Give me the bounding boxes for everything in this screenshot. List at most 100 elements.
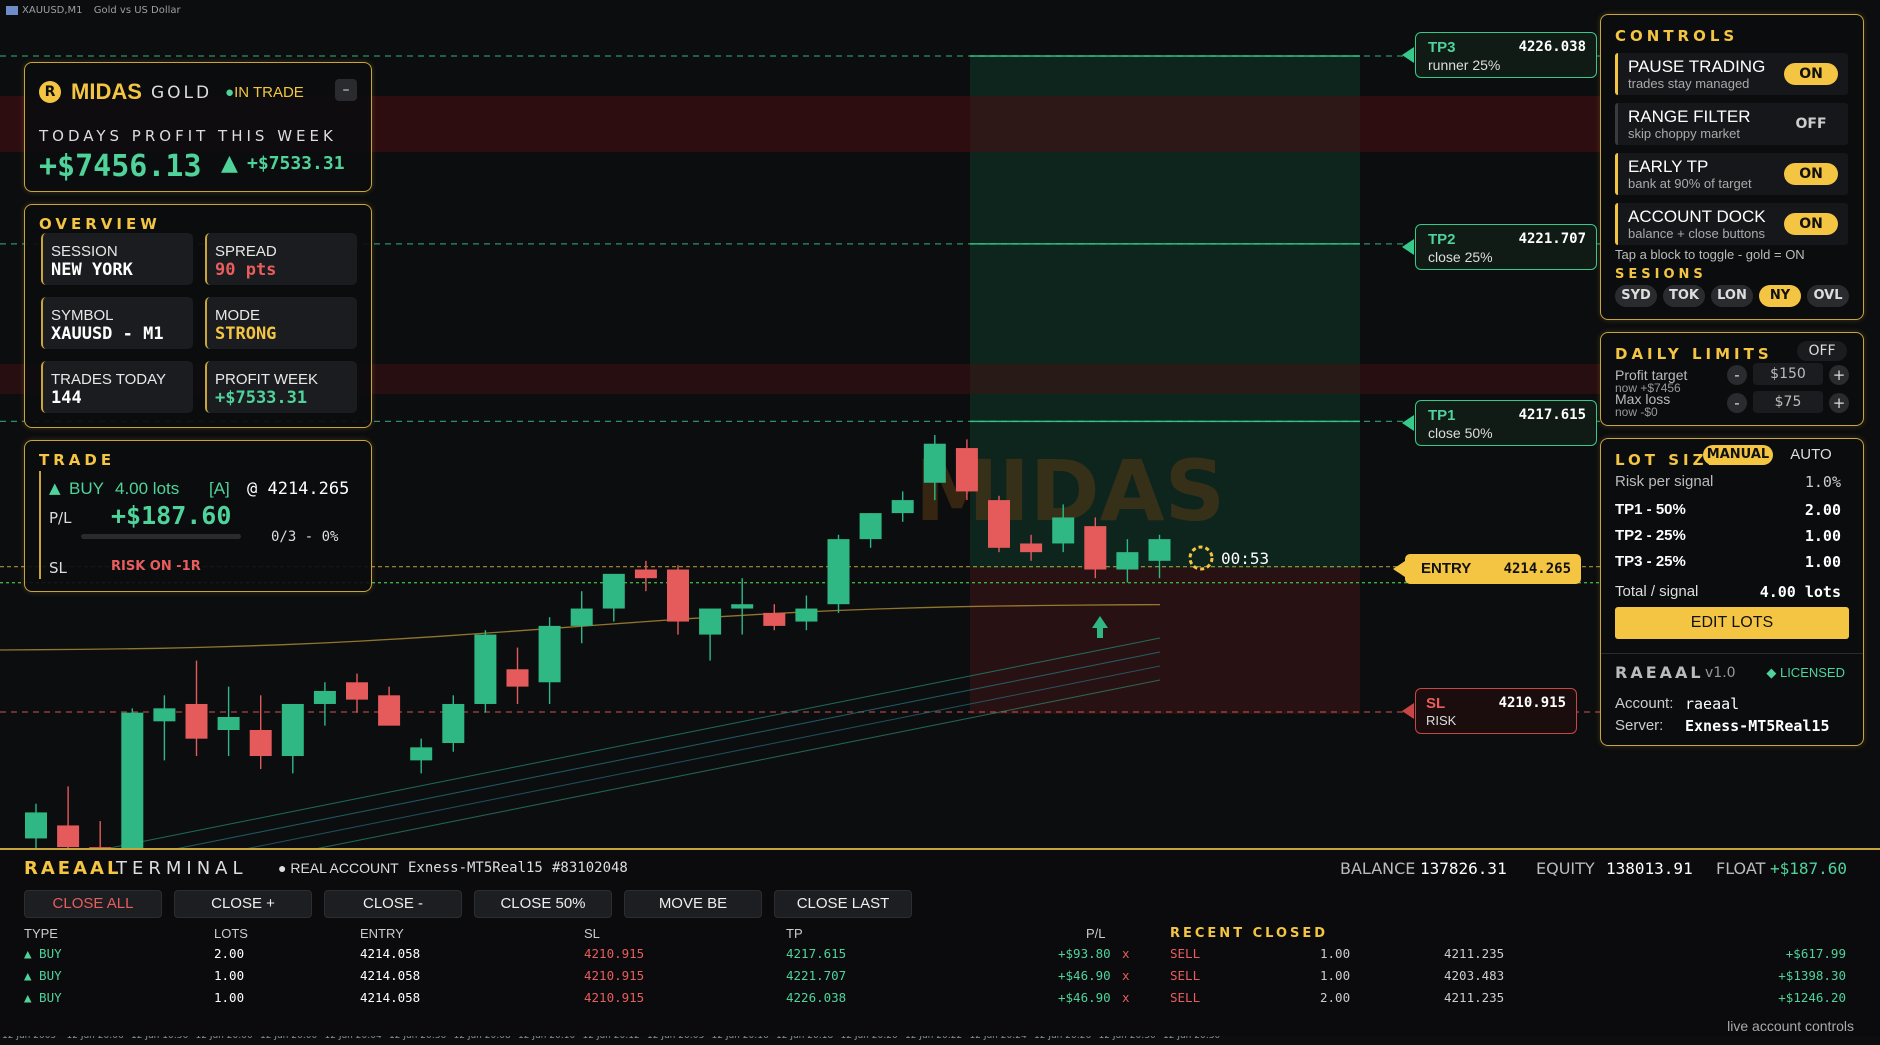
close-last-button[interactable]: CLOSE LAST [774, 890, 912, 918]
candle-body [506, 669, 529, 687]
control-range-filter[interactable]: RANGE FILTER skip choppy market OFF [1615, 103, 1848, 145]
card-label: SESSION [51, 243, 118, 260]
close-loss-button[interactable]: CLOSE - [324, 890, 462, 918]
profit-label: TODAYS PROFIT THIS WEEK [39, 127, 337, 145]
candle [699, 608, 722, 661]
daily-limits-panel: DAILY LIMITS OFF Profit target now +$745… [1600, 332, 1864, 426]
session-lon[interactable]: LON [1711, 285, 1753, 307]
table-row[interactable]: ▲ BUY 2.00 4214.058 4210.915 4217.615 +$… [14, 944, 1134, 964]
collapse-button[interactable]: – [335, 79, 357, 101]
row-close-icon[interactable]: x [1122, 990, 1130, 1005]
close-profit-button[interactable]: CLOSE + [174, 890, 312, 918]
tp1-arrow-icon [1402, 415, 1414, 431]
status-dot-icon: ● [225, 84, 235, 101]
product-name: RAEAAL [1615, 663, 1704, 682]
recent-pl: +$1246.20 [1778, 990, 1846, 1005]
balance-label: BALANCE [1340, 859, 1416, 878]
candle [570, 591, 593, 644]
status-badge: ●IN TRADE [225, 84, 304, 101]
tp1-price: 4217.615 [1518, 407, 1586, 423]
candle-body [121, 712, 144, 865]
tp2-lot-value[interactable]: 1.00 [1805, 527, 1841, 545]
close-half-button[interactable]: CLOSE 50% [474, 890, 612, 918]
recent-row: SELL 2.00 4211.235 +$1246.20 [1170, 988, 1860, 1008]
table-row[interactable]: ▲ BUY 1.00 4214.058 4210.915 4221.707 +$… [14, 966, 1134, 986]
tp1-label[interactable]: TP1 close 50% 4217.615 [1402, 400, 1597, 446]
edit-lots-button[interactable]: EDIT LOTS [1615, 607, 1849, 639]
loss-plus-button[interactable]: + [1829, 393, 1849, 413]
session-ny[interactable]: NY [1759, 285, 1801, 307]
float-value: +$187.60 [1770, 859, 1848, 878]
row-close-icon[interactable]: x [1122, 946, 1130, 961]
control-early-tp[interactable]: EARLY TP bank at 90% of target ON [1615, 153, 1848, 195]
pause-trading-toggle[interactable]: ON [1784, 63, 1838, 85]
control-desc: balance + close buttons [1628, 226, 1765, 241]
tp3-label[interactable]: TP3 runner 25% 4226.038 [1402, 32, 1597, 78]
recent-type: SELL [1170, 990, 1201, 1005]
session-tok[interactable]: TOK [1663, 285, 1705, 307]
server-value: Exness-MT5Real15 [1685, 717, 1830, 735]
overview-title: OVERVIEW [39, 215, 161, 233]
max-loss-value[interactable]: $75 [1753, 391, 1823, 413]
overview-card-session: SESSION NEW YORK [41, 233, 193, 285]
session-ovl[interactable]: OVL [1807, 285, 1849, 307]
card-value: XAUUSD - M1 [51, 324, 164, 344]
sl-arrow-icon [1402, 703, 1414, 719]
recent-type: SELL [1170, 968, 1201, 983]
table-row[interactable]: ▲ BUY 1.00 4214.058 4210.915 4226.038 +$… [14, 988, 1134, 1008]
auto-toggle[interactable]: AUTO [1781, 445, 1841, 465]
divider [1601, 653, 1863, 654]
account-dock-toggle[interactable]: ON [1784, 213, 1838, 235]
close-all-button[interactable]: CLOSE ALL [24, 890, 162, 918]
col-sl: SL [584, 926, 600, 941]
terminal-title-2: TERMINAL [116, 858, 248, 879]
profit-target-value[interactable]: $150 [1753, 363, 1823, 385]
col-tp: TP [786, 926, 803, 941]
manual-toggle[interactable]: MANUAL [1703, 445, 1773, 465]
session-syd[interactable]: SYD [1615, 285, 1657, 307]
overview-card-trades: TRADES TODAY 144 [41, 361, 193, 413]
brand-name: MIDAS [71, 79, 142, 104]
loss-minus-button[interactable]: - [1727, 393, 1747, 413]
control-pause-trading[interactable]: PAUSE TRADING trades stay managed ON [1615, 53, 1848, 95]
card-label: TRADES TODAY [51, 371, 167, 388]
candle [153, 695, 176, 761]
pl-label: P/L [49, 509, 72, 527]
tp1-lot-value[interactable]: 2.00 [1805, 501, 1841, 519]
entry-label[interactable]: ENTRY 4214.265 [1393, 554, 1581, 584]
candle [827, 534, 850, 613]
row-tp: 4217.615 [786, 946, 847, 961]
lot-size-panel: LOT SIZE MANUAL AUTO Risk per signal 1.0… [1600, 438, 1864, 746]
candle [410, 738, 433, 774]
row-entry: 4214.058 [360, 990, 421, 1005]
candle-body [923, 443, 946, 483]
candle [859, 513, 882, 548]
tp3-lot-value[interactable]: 1.00 [1805, 553, 1841, 571]
recent-row: SELL 1.00 4211.235 +$617.99 [1170, 944, 1860, 964]
recent-lots: 1.00 [1320, 968, 1351, 983]
range-filter-toggle[interactable]: OFF [1784, 113, 1838, 135]
candle [795, 595, 818, 631]
profit-plus-button[interactable]: + [1829, 365, 1849, 385]
control-name: RANGE FILTER [1628, 107, 1751, 126]
candle-body [891, 500, 914, 514]
candle-body [474, 634, 497, 704]
candle-body [699, 608, 722, 635]
account-label: Account: [1615, 695, 1674, 712]
header-panel: R MIDAS GOLD ●IN TRADE – TODAYS PROFIT T… [24, 62, 372, 192]
candle [667, 565, 689, 635]
daily-limits-toggle[interactable]: OFF [1797, 341, 1847, 361]
candle [346, 673, 368, 713]
early-tp-toggle[interactable]: ON [1784, 163, 1838, 185]
tp2-label[interactable]: TP2 close 25% 4221.707 [1402, 224, 1597, 270]
risk-label: Risk per signal [1615, 473, 1714, 490]
sl-label[interactable]: SL RISK 4210.915 [1402, 688, 1577, 734]
profit-minus-button[interactable]: - [1727, 365, 1747, 385]
col-pl: P/L [1086, 926, 1106, 941]
candle-body [1020, 543, 1043, 553]
control-account-dock[interactable]: ACCOUNT DOCK balance + close buttons ON [1615, 203, 1848, 245]
row-close-icon[interactable]: x [1122, 968, 1130, 983]
candle [988, 495, 1010, 553]
recent-pl: +$1398.30 [1778, 968, 1846, 983]
move-be-button[interactable]: MOVE BE [624, 890, 762, 918]
